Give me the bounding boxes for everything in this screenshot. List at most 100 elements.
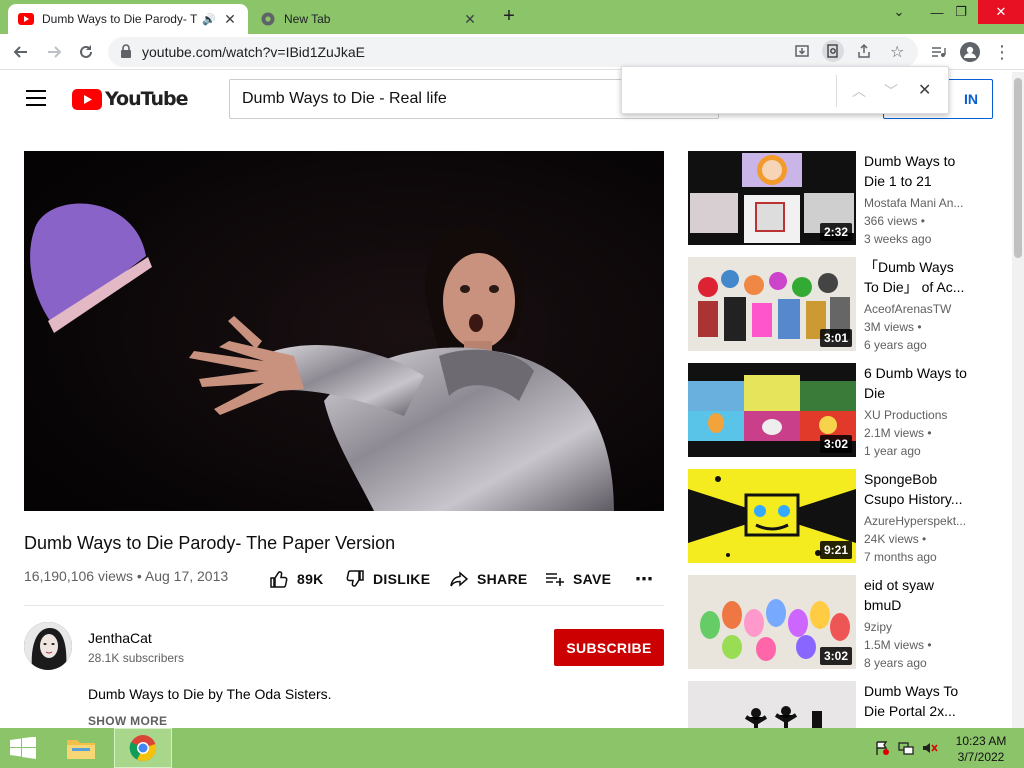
recommendation-age: 3 weeks ago xyxy=(864,232,932,246)
avatar-image xyxy=(24,622,72,670)
view-count-date: 16,190,106 views • Aug 17, 2013 xyxy=(24,568,229,584)
tab-youtube[interactable]: Dumb Ways to Die Parody- T 🔊 ✕ xyxy=(8,4,248,34)
page-scrollbar[interactable] xyxy=(1012,72,1024,728)
channel-name[interactable]: JenthaCat xyxy=(88,630,152,646)
recommendation-title[interactable]: SpongeBob Csupo History... xyxy=(864,469,972,509)
like-button[interactable]: 89K xyxy=(269,568,324,590)
recommendation-age: 8 years ago xyxy=(864,656,927,670)
close-tab-icon[interactable]: ✕ xyxy=(462,11,478,27)
install-app-icon[interactable] xyxy=(794,43,810,64)
save-button[interactable]: SAVE xyxy=(545,568,611,590)
forward-button[interactable] xyxy=(42,40,66,64)
reload-button[interactable] xyxy=(74,40,98,64)
recommendation-item[interactable]: 3:01 「Dumb Ways To Die」 of Ac... AceofAr… xyxy=(688,257,988,353)
find-next-icon[interactable]: ﹀ xyxy=(884,81,898,101)
recommendation-title[interactable]: Dumb Ways To Die Portal 2x... xyxy=(864,681,972,721)
duration-badge: 9:21 xyxy=(819,541,852,559)
url-text: youtube.com/watch?v=IBid1ZuJkaE xyxy=(142,44,365,60)
recommendation-title[interactable]: Dumb Ways to Die 1 to 21 xyxy=(864,151,972,191)
chrome-taskbar-icon[interactable] xyxy=(114,728,172,768)
file-explorer-icon[interactable] xyxy=(58,728,104,768)
share-button[interactable]: SHARE xyxy=(449,568,528,590)
recommendation-item[interactable]: 2:32 Dumb Ways to Die 1 to 21 Mostafa Ma… xyxy=(688,151,988,247)
more-actions-icon[interactable]: ⋯ xyxy=(635,568,653,590)
clock-date: 3/7/2022 xyxy=(957,750,1005,764)
recommendation-channel[interactable]: AceofArenasTW xyxy=(864,302,972,316)
show-more-button[interactable]: SHOW MORE xyxy=(88,714,167,728)
recommendation-item[interactable]: Dumb Ways To Die Portal 2x... xyxy=(688,681,988,728)
recommendation-item[interactable]: 9:21 SpongeBob Csupo History... AzureHyp… xyxy=(688,469,988,565)
media-control-icon[interactable] xyxy=(926,40,950,64)
video-thumbnail[interactable]: 3:02 xyxy=(688,575,856,669)
search-input[interactable]: Dumb Ways to Die - Real life xyxy=(242,90,447,108)
thumbnail-image xyxy=(688,681,856,728)
browser-toolbar: youtube.com/watch?v=IBid1ZuJkaE ☆ ⋮ xyxy=(0,34,1024,70)
recommendation-item[interactable]: 3:02 6 Dumb Ways to Die XU Productions 2… xyxy=(688,363,988,459)
video-thumbnail[interactable]: 2:32 xyxy=(688,151,856,245)
video-thumbnail[interactable] xyxy=(688,681,856,728)
windows-start-icon[interactable] xyxy=(10,736,36,764)
duration-badge: 3:02 xyxy=(819,435,852,453)
tab-search-icon[interactable]: ⌄ xyxy=(880,0,918,24)
browser-tab-bar: Dumb Ways to Die Parody- T 🔊 ✕ New Tab ✕… xyxy=(0,0,1024,34)
new-tab-button[interactable]: + xyxy=(498,6,520,28)
close-window-button[interactable]: ✕ xyxy=(978,0,1024,24)
playlist-add-icon xyxy=(546,573,564,586)
hamburger-menu-icon[interactable] xyxy=(26,90,46,106)
subscriber-count: 28.1K subscribers xyxy=(88,651,185,665)
action-center-flag-icon[interactable] xyxy=(874,740,890,756)
recommendation-views: 2.1M views • xyxy=(864,426,932,440)
volume-muted-icon[interactable] xyxy=(922,740,938,756)
recommendation-item[interactable]: 3:02 eid ot syaw bmuD 9zipy 1.5M views •… xyxy=(688,575,988,671)
tab-title: Dumb Ways to Die Parody- T xyxy=(42,12,198,26)
recommendation-channel[interactable]: AzureHyperspekt... xyxy=(864,514,972,528)
restore-button[interactable]: ❐ xyxy=(942,0,980,24)
find-input[interactable] xyxy=(634,82,824,100)
recommendation-channel[interactable]: Mostafa Mani An... xyxy=(864,196,972,210)
recommendation-views: 24K views • xyxy=(864,532,927,546)
bookmark-star-icon[interactable]: ☆ xyxy=(890,42,904,62)
video-player[interactable] xyxy=(24,151,664,511)
recommendation-channel[interactable]: XU Productions xyxy=(864,408,972,422)
recommendation-title[interactable]: eid ot syaw bmuD xyxy=(864,575,972,615)
find-previous-icon[interactable]: ︿ xyxy=(852,81,866,101)
system-clock[interactable]: 10:23 AM 3/7/2022 xyxy=(950,733,1012,765)
tab-new-tab[interactable]: New Tab ✕ xyxy=(250,4,488,34)
duration-badge: 3:02 xyxy=(819,647,852,665)
recommendation-age: 6 years ago xyxy=(864,338,927,352)
address-bar[interactable]: youtube.com/watch?v=IBid1ZuJkaE ☆ xyxy=(108,37,918,67)
find-bar: ︿ ﹀ ✕ xyxy=(621,66,949,114)
duration-badge: 2:32 xyxy=(819,223,852,241)
recommendation-title[interactable]: 「Dumb Ways To Die」 of Ac... xyxy=(864,257,972,297)
video-thumbnail[interactable]: 3:01 xyxy=(688,257,856,351)
find-in-page-icon[interactable] xyxy=(822,40,844,62)
divider xyxy=(24,605,664,606)
scrollbar-thumb[interactable] xyxy=(1014,78,1022,258)
share-icon[interactable] xyxy=(856,43,872,64)
browser-menu-icon[interactable]: ⋮ xyxy=(990,40,1014,64)
profile-icon[interactable] xyxy=(958,40,982,64)
recommendation-title[interactable]: 6 Dumb Ways to Die xyxy=(864,363,972,403)
channel-avatar[interactable] xyxy=(24,622,72,670)
thumbs-up-icon xyxy=(270,571,288,588)
thumbs-down-icon xyxy=(346,570,364,587)
recommendation-views: 1.5M views • xyxy=(864,638,932,652)
audio-playing-icon[interactable]: 🔊 xyxy=(202,13,216,26)
duration-badge: 3:01 xyxy=(819,329,852,347)
recommendation-channel[interactable]: 9zipy xyxy=(864,620,972,634)
back-button[interactable] xyxy=(9,40,33,64)
tab-title: New Tab xyxy=(284,12,331,26)
youtube-play-icon xyxy=(72,88,102,110)
video-thumbnail[interactable]: 9:21 xyxy=(688,469,856,563)
subscribe-button[interactable]: SUBSCRIBE xyxy=(554,629,664,666)
chrome-favicon-icon xyxy=(260,11,276,27)
video-thumbnail[interactable]: 3:02 xyxy=(688,363,856,457)
find-close-icon[interactable]: ✕ xyxy=(918,80,931,100)
dislike-button[interactable]: DISLIKE xyxy=(345,568,430,590)
youtube-logo[interactable]: YouTube xyxy=(72,88,188,110)
network-icon[interactable] xyxy=(898,740,914,756)
youtube-logo-text: YouTube xyxy=(105,88,188,110)
video-description: Dumb Ways to Die by The Oda Sisters. xyxy=(88,686,332,702)
lock-icon[interactable] xyxy=(120,44,132,63)
close-tab-icon[interactable]: ✕ xyxy=(222,11,238,27)
